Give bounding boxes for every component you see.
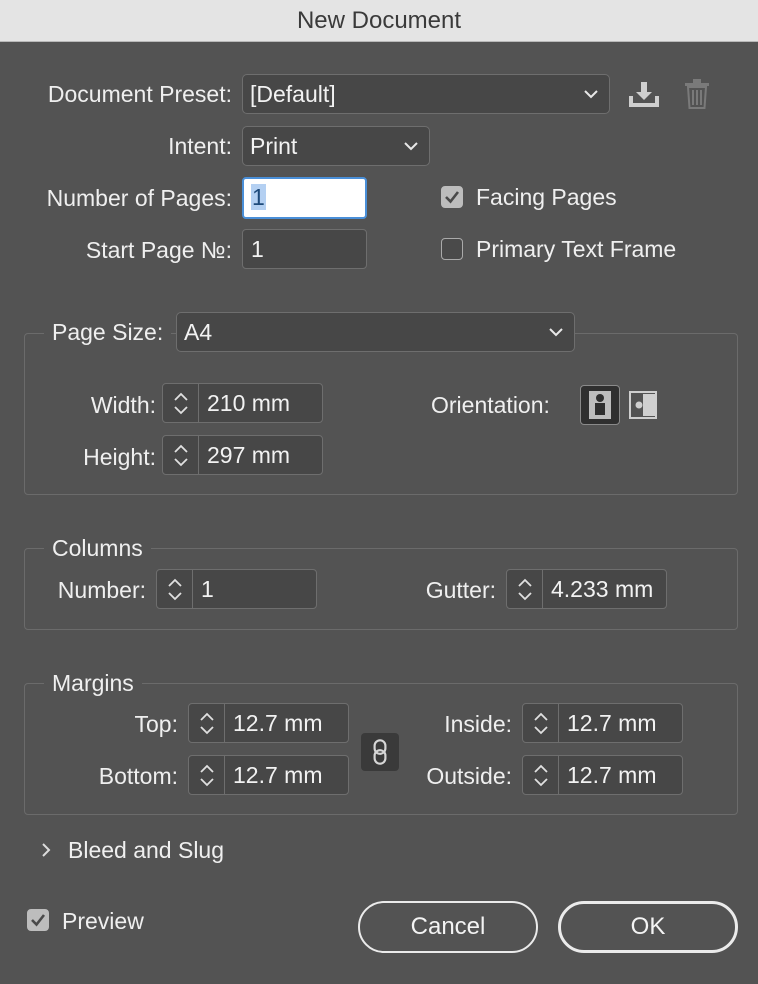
bleed-and-slug-toggle[interactable]: Bleed and Slug <box>68 830 224 870</box>
stepper-arrows-icon[interactable] <box>189 756 225 794</box>
page-size-dropdown[interactable]: A4 <box>176 312 575 352</box>
portrait-orientation-icon[interactable] <box>580 385 620 425</box>
landscape-orientation-icon[interactable] <box>626 387 660 423</box>
save-preset-icon[interactable] <box>626 76 662 112</box>
intent-label: Intent: <box>168 133 232 159</box>
chevron-down-icon <box>583 75 599 113</box>
chevron-right-icon[interactable] <box>38 838 54 862</box>
margin-inside-stepper[interactable]: 12.7 mm <box>522 703 683 743</box>
start-page-value: 1 <box>251 236 264 262</box>
ok-button[interactable]: OK <box>558 901 738 953</box>
height-stepper[interactable]: 297 mm <box>162 435 323 475</box>
margin-bottom-stepper[interactable]: 12.7 mm <box>188 755 349 795</box>
cancel-button[interactable]: Cancel <box>358 901 538 953</box>
number-of-pages-label: Number of Pages: <box>46 185 232 211</box>
preview-checkbox[interactable] <box>27 909 49 931</box>
width-label: Width: <box>90 392 156 418</box>
margin-outside-stepper[interactable]: 12.7 mm <box>522 755 683 795</box>
chain-link-icon[interactable] <box>361 733 399 771</box>
window-title: New Document <box>0 0 758 42</box>
orientation-label: Orientation: <box>431 392 550 418</box>
document-preset-dropdown[interactable]: [Default] <box>242 74 610 114</box>
facing-pages-checkbox[interactable] <box>441 186 463 208</box>
column-number-label: Number: <box>57 577 146 603</box>
intent-value: Print <box>250 133 298 159</box>
stepper-arrows-icon[interactable] <box>189 704 225 742</box>
gutter-value: 4.233 mm <box>551 576 654 602</box>
width-value: 210 mm <box>207 390 291 416</box>
start-page-input[interactable]: 1 <box>242 229 367 269</box>
primary-text-frame-checkbox[interactable] <box>441 238 463 260</box>
stepper-arrows-icon[interactable] <box>163 436 199 474</box>
column-number-stepper[interactable]: 1 <box>156 569 317 609</box>
page-size-label: Page Size: <box>44 316 172 348</box>
chevron-down-icon <box>548 313 564 351</box>
trash-icon[interactable] <box>680 76 714 112</box>
number-of-pages-input[interactable]: 1 <box>242 177 367 219</box>
margin-top-value: 12.7 mm <box>233 710 323 736</box>
start-page-label: Start Page №: <box>85 237 232 263</box>
column-number-value: 1 <box>201 576 214 602</box>
gutter-stepper[interactable]: 4.233 mm <box>506 569 667 609</box>
chevron-down-icon <box>403 127 419 165</box>
width-stepper[interactable]: 210 mm <box>162 383 323 423</box>
stepper-arrows-icon[interactable] <box>163 384 199 422</box>
margin-bottom-value: 12.7 mm <box>233 762 323 788</box>
stepper-arrows-icon[interactable] <box>157 570 193 608</box>
margin-bottom-label: Bottom: <box>98 763 178 789</box>
margins-title: Margins <box>44 667 142 699</box>
height-value: 297 mm <box>207 442 291 468</box>
document-preset-label: Document Preset: <box>47 81 232 107</box>
columns-title: Columns <box>44 532 151 564</box>
stepper-arrows-icon[interactable] <box>507 570 543 608</box>
stepper-arrows-icon[interactable] <box>523 756 559 794</box>
gutter-label: Gutter: <box>425 577 496 603</box>
margin-top-label: Top: <box>134 711 178 737</box>
margin-inside-label: Inside: <box>444 711 512 737</box>
preview-label: Preview <box>62 908 144 934</box>
margin-inside-value: 12.7 mm <box>567 710 657 736</box>
height-label: Height: <box>83 444 156 470</box>
stepper-arrows-icon[interactable] <box>523 704 559 742</box>
document-preset-value: [Default] <box>250 81 336 107</box>
page-size-value: A4 <box>184 319 213 345</box>
margin-outside-label: Outside: <box>426 763 512 789</box>
number-of-pages-value: 1 <box>251 184 266 210</box>
primary-text-frame-label: Primary Text Frame <box>476 236 677 262</box>
margin-top-stepper[interactable]: 12.7 mm <box>188 703 349 743</box>
intent-dropdown[interactable]: Print <box>242 126 430 166</box>
facing-pages-label: Facing Pages <box>476 184 617 210</box>
margin-outside-value: 12.7 mm <box>567 762 657 788</box>
